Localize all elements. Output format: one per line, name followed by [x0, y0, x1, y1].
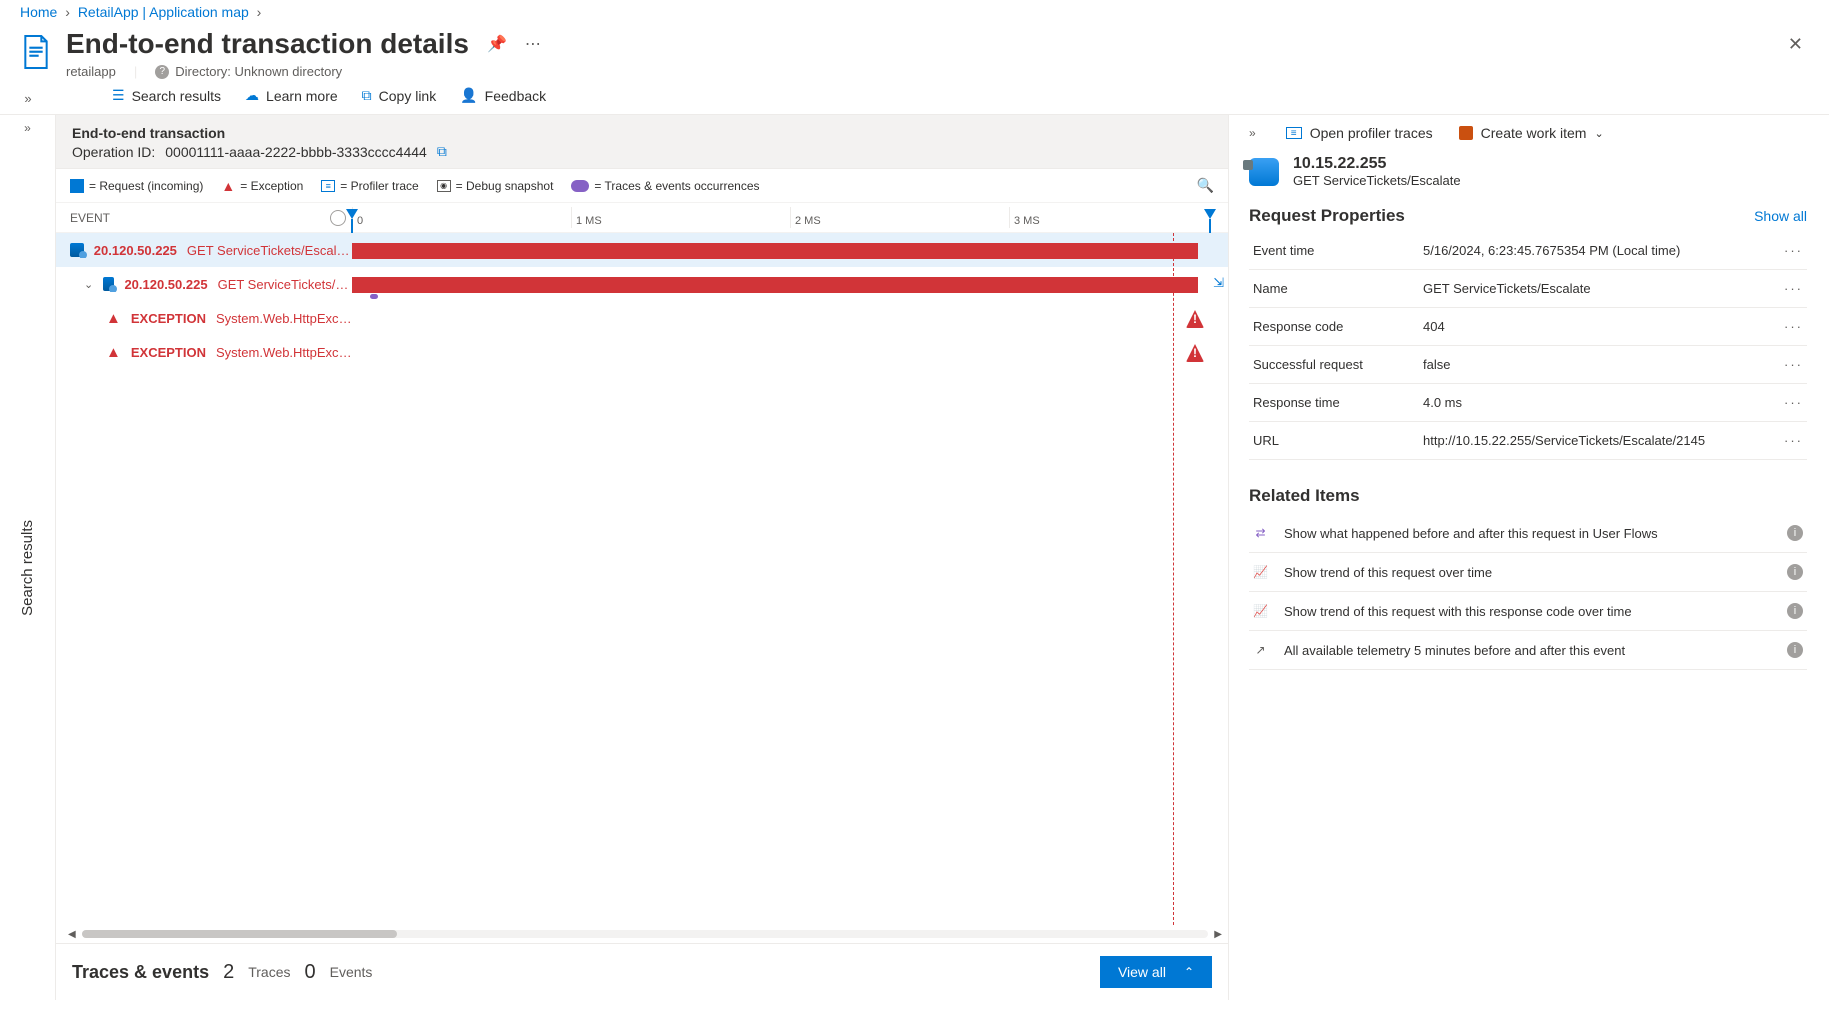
- collapse-right-icon[interactable]: »: [1249, 126, 1256, 140]
- legend: = Request (incoming) ▲= Exception ≡= Pro…: [56, 169, 1228, 203]
- create-work-item-button[interactable]: Create work item⌄: [1459, 125, 1604, 141]
- scroll-right-icon[interactable]: ▶: [1214, 929, 1222, 940]
- chevron-down-icon[interactable]: ⌄: [84, 278, 93, 291]
- info-icon[interactable]: i: [1787, 564, 1803, 580]
- legend-exception-icon: ▲: [221, 178, 235, 194]
- timeline-row-exception[interactable]: ▲ EXCEPTION System.Web.HttpException !: [56, 301, 1228, 335]
- horizontal-scrollbar[interactable]: ◀ ▶: [56, 925, 1228, 943]
- learn-more-button[interactable]: ☁Learn more: [245, 87, 338, 104]
- arrow-icon: ↗: [1253, 643, 1268, 657]
- row-menu-icon[interactable]: ···: [1784, 319, 1803, 334]
- property-row: Successful requestfalse···: [1249, 346, 1807, 384]
- userflows-icon: ⇄: [1253, 526, 1268, 540]
- view-all-button[interactable]: View all ⌃: [1100, 956, 1212, 988]
- row-menu-icon[interactable]: ···: [1784, 281, 1803, 296]
- more-icon[interactable]: ⋯: [525, 34, 541, 54]
- details-resource: 10.15.22.255 GET ServiceTickets/Escalate: [1249, 155, 1807, 188]
- chart-icon: 📈: [1253, 604, 1268, 618]
- row-menu-icon[interactable]: ···: [1784, 433, 1803, 448]
- server-icon: [70, 243, 84, 257]
- info-icon[interactable]: i: [1787, 525, 1803, 541]
- scroll-left-icon[interactable]: ◀: [68, 929, 76, 940]
- exception-marker[interactable]: !: [1186, 344, 1204, 362]
- row-menu-icon[interactable]: ···: [1784, 243, 1803, 258]
- details-panel: » ≡Open profiler traces Create work item…: [1229, 115, 1829, 1000]
- range-end-handle[interactable]: [1204, 209, 1216, 219]
- list-icon: ☰: [112, 87, 125, 104]
- timeline-row-exception[interactable]: ▲ EXCEPTION System.Web.HttpException !: [56, 335, 1228, 369]
- row-menu-icon[interactable]: ···: [1784, 395, 1803, 410]
- show-all-link[interactable]: Show all: [1754, 208, 1807, 224]
- vertical-tab-label: Search results: [19, 520, 36, 616]
- transaction-header: End-to-end transaction Operation ID: 000…: [56, 115, 1228, 169]
- row-menu-icon[interactable]: ···: [1784, 357, 1803, 372]
- info-icon: ?: [155, 65, 169, 79]
- resource-icon: [20, 32, 52, 72]
- legend-request-icon: [70, 179, 84, 193]
- chevron-down-icon: ⌄: [1594, 127, 1603, 140]
- collapse-left-icon[interactable]: »: [0, 79, 56, 114]
- feedback-icon: 👤: [460, 87, 477, 104]
- operation-id: 00001111-aaaa-2222-bbbb-3333cccc4444: [165, 144, 427, 160]
- cloud-server-icon: [1249, 158, 1279, 186]
- timeline-row[interactable]: ⌄ 20.120.50.225 GET ServiceTickets/Escal…: [56, 267, 1228, 301]
- details-subtitle: GET ServiceTickets/Escalate: [1293, 173, 1461, 188]
- legend-profiler-icon: ≡: [321, 180, 335, 192]
- traces-events-footer: Traces & events 2Traces 0Events View all…: [56, 943, 1228, 1000]
- related-item[interactable]: 📈Show trend of this request with this re…: [1249, 592, 1807, 631]
- toolbar: ☰Search results ☁Learn more ⧉Copy link 👤…: [56, 79, 546, 114]
- open-profiler-button[interactable]: ≡Open profiler traces: [1286, 125, 1433, 141]
- related-items-title: Related Items: [1249, 486, 1807, 506]
- diagnose-icon[interactable]: ⇲: [1213, 275, 1224, 291]
- chart-icon: 📈: [1253, 565, 1268, 579]
- property-row: URLhttp://10.15.22.255/ServiceTickets/Es…: [1249, 422, 1807, 460]
- related-item[interactable]: ⇄Show what happened before and after thi…: [1249, 514, 1807, 553]
- pin-icon[interactable]: 📌: [487, 34, 507, 54]
- page-header: End-to-end transaction details 📌 ⋯ ✕ ret…: [0, 22, 1829, 79]
- copy-icon: ⧉: [362, 87, 372, 104]
- property-row: Response time4.0 ms···: [1249, 384, 1807, 422]
- chevron-up-icon: ⌃: [1184, 965, 1194, 979]
- clock-icon[interactable]: [330, 210, 346, 226]
- timeline-header: EVENT 0 1 MS 2 MS 3 MS: [56, 203, 1228, 233]
- copy-link-button[interactable]: ⧉Copy link: [362, 87, 437, 104]
- exception-marker[interactable]: !: [1186, 310, 1204, 328]
- property-row: NameGET ServiceTickets/Escalate···: [1249, 270, 1807, 308]
- breadcrumb-home[interactable]: Home: [20, 4, 57, 20]
- subtitle: retailapp: [66, 64, 116, 79]
- related-item[interactable]: 📈Show trend of this request over timei: [1249, 553, 1807, 592]
- request-properties-title: Request Properties: [1249, 206, 1405, 226]
- legend-snapshot-icon: ◉: [437, 180, 451, 192]
- vertical-tab[interactable]: » Search results: [0, 115, 56, 1000]
- exception-icon: ▲: [106, 344, 121, 361]
- page-title: End-to-end transaction details: [66, 28, 469, 60]
- timeline-rows: 20.120.50.225 GET ServiceTickets/Escalat…: [56, 233, 1228, 925]
- property-row: Response code404···: [1249, 308, 1807, 346]
- breadcrumb: Home › RetailApp | Application map ›: [0, 0, 1829, 22]
- info-icon[interactable]: i: [1787, 603, 1803, 619]
- profiler-icon: ≡: [1286, 127, 1302, 139]
- timeline-row[interactable]: 20.120.50.225 GET ServiceTickets/Escalat…: [56, 233, 1228, 267]
- exception-icon: ▲: [106, 310, 121, 327]
- property-row: Event time5/16/2024, 6:23:45.7675354 PM …: [1249, 232, 1807, 270]
- trace-marker[interactable]: [370, 294, 378, 299]
- cloud-icon: ☁: [245, 87, 259, 104]
- details-ip: 10.15.22.255: [1293, 155, 1461, 173]
- info-icon[interactable]: i: [1787, 642, 1803, 658]
- server-icon: [103, 277, 114, 291]
- workitem-icon: [1459, 126, 1473, 140]
- transaction-panel: End-to-end transaction Operation ID: 000…: [56, 115, 1229, 1000]
- breadcrumb-app[interactable]: RetailApp | Application map: [78, 4, 249, 20]
- feedback-button[interactable]: 👤Feedback: [460, 87, 546, 104]
- search-results-button[interactable]: ☰Search results: [112, 87, 221, 104]
- directory-label: Directory: Unknown directory: [175, 64, 342, 79]
- copy-id-icon[interactable]: ⧉: [437, 143, 447, 160]
- range-start-handle[interactable]: [346, 209, 358, 219]
- search-icon[interactable]: 🔍: [1197, 177, 1214, 194]
- related-item[interactable]: ↗All available telemetry 5 minutes befor…: [1249, 631, 1807, 670]
- close-icon[interactable]: ✕: [1788, 34, 1809, 55]
- legend-trace-icon: [571, 180, 589, 192]
